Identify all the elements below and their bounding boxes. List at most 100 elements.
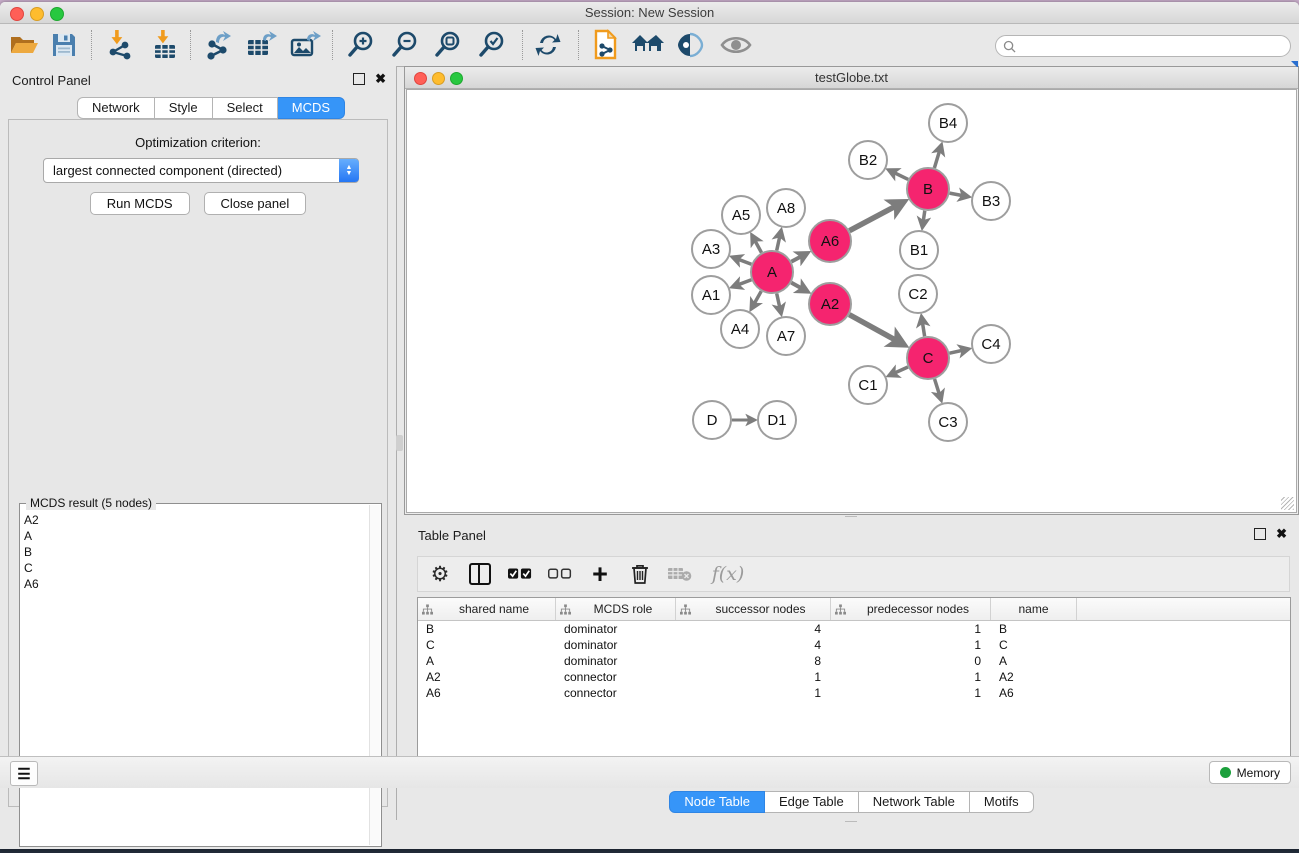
edge-A-A5[interactable] xyxy=(752,236,761,253)
delete-column-icon[interactable] xyxy=(628,562,652,586)
open-file-icon[interactable] xyxy=(6,27,42,63)
edge-B-B4[interactable] xyxy=(934,146,941,168)
mcds-result-item[interactable]: B xyxy=(24,544,369,560)
mcds-result-item[interactable]: A6 xyxy=(24,576,369,592)
import-network-icon[interactable] xyxy=(102,27,138,63)
search-input[interactable] xyxy=(1020,38,1290,54)
import-table-icon[interactable] xyxy=(146,27,182,63)
criterion-dropdown[interactable]: largest connected component (directed) ▲… xyxy=(43,158,359,183)
tab-edge-table[interactable]: Edge Table xyxy=(765,791,859,813)
refresh-icon[interactable] xyxy=(530,27,566,63)
eye-visibility-icon[interactable] xyxy=(718,27,754,63)
table-row[interactable]: A6connector11A6 xyxy=(418,685,1290,701)
edge-A2-C[interactable] xyxy=(849,315,903,345)
table-row[interactable]: Adominator80A xyxy=(418,653,1290,669)
table-cell: 4 xyxy=(676,637,831,653)
edge-B-B1[interactable] xyxy=(922,211,924,227)
edge-C-C4[interactable] xyxy=(949,349,968,353)
edge-A-A3[interactable] xyxy=(733,257,751,264)
edge-A-A6[interactable] xyxy=(791,253,806,261)
edge-A-A7[interactable] xyxy=(777,293,781,313)
table-cell: 1 xyxy=(831,621,991,637)
mcds-result-item[interactable]: A2 xyxy=(24,512,369,528)
tab-motifs[interactable]: Motifs xyxy=(970,791,1034,813)
edge-B-B2[interactable] xyxy=(889,170,908,179)
close-panel-button[interactable]: Close panel xyxy=(204,192,307,215)
tab-network[interactable]: Network xyxy=(77,97,155,119)
node-label-B3: B3 xyxy=(982,193,1000,210)
new-network-from-file-icon[interactable] xyxy=(588,27,624,63)
table-panel-title: Table Panel xyxy=(418,528,486,543)
edge-C-C3[interactable] xyxy=(935,379,941,400)
column-header-shared-name[interactable]: shared name xyxy=(418,598,556,620)
node-label-B: B xyxy=(923,181,933,198)
mcds-result-item[interactable]: C xyxy=(24,560,369,576)
network-canvas[interactable]: B4B2BB3A8A5A6A3B1AC2A1A2A4A7C4CC1C3DD1 xyxy=(406,89,1297,513)
window-title: Session: New Session xyxy=(0,5,1299,20)
float-panel-icon[interactable] xyxy=(353,73,365,85)
settings-gear-icon[interactable]: ⚙ xyxy=(428,562,452,586)
close-panel-icon[interactable]: ✖ xyxy=(375,74,386,84)
node-label-C3: C3 xyxy=(938,414,957,431)
edge-A-A8[interactable] xyxy=(777,231,781,251)
resize-grip-icon[interactable] xyxy=(1281,497,1294,510)
search-field[interactable] xyxy=(995,35,1291,57)
edge-A-A2[interactable] xyxy=(791,283,807,292)
table-row[interactable]: Bdominator41B xyxy=(418,621,1290,637)
save-session-icon[interactable] xyxy=(46,27,82,63)
memory-button[interactable]: Memory xyxy=(1209,761,1291,784)
main-toolbar xyxy=(0,24,1299,67)
table-toolbar: ⚙ + f(x) xyxy=(417,556,1290,592)
column-header-predecessor-nodes[interactable]: predecessor nodes xyxy=(831,598,991,620)
tab-network-table[interactable]: Network Table xyxy=(859,791,970,813)
table-cell: dominator xyxy=(556,621,676,637)
column-header-successor-nodes[interactable]: successor nodes xyxy=(676,598,831,620)
table-row[interactable]: A2connector11A2 xyxy=(418,669,1290,685)
node-label-C: C xyxy=(923,350,934,367)
table-cell: A xyxy=(418,653,556,669)
home-icon[interactable] xyxy=(630,27,666,63)
tab-style[interactable]: Style xyxy=(155,97,213,119)
edge-A6-B[interactable] xyxy=(849,202,903,230)
deselect-all-icon[interactable] xyxy=(548,562,572,586)
zoom-out-icon[interactable] xyxy=(387,27,423,63)
tab-node-table[interactable]: Node Table xyxy=(669,791,765,813)
search-icon xyxy=(1003,40,1016,53)
control-panel-tabs: Network Style Select MCDS xyxy=(77,97,345,119)
add-column-icon[interactable]: + xyxy=(588,562,612,586)
edge-C-C1[interactable] xyxy=(889,367,907,375)
run-mcds-button[interactable]: Run MCDS xyxy=(90,192,190,215)
column-header-name[interactable]: name xyxy=(991,598,1077,620)
table-cell: B xyxy=(991,621,1077,637)
export-table-icon[interactable] xyxy=(243,27,279,63)
panel-divider-handle[interactable] xyxy=(396,435,403,451)
tab-select[interactable]: Select xyxy=(213,97,278,119)
zoom-selected-icon[interactable] xyxy=(474,27,510,63)
select-all-icon[interactable] xyxy=(508,562,532,586)
edge-A-A1[interactable] xyxy=(733,280,751,287)
toolbar-separator xyxy=(332,30,333,60)
table-cell: 1 xyxy=(676,685,831,701)
zoom-in-icon[interactable] xyxy=(343,27,379,63)
edge-C-C2[interactable] xyxy=(922,317,925,336)
table-row[interactable]: Cdominator41C xyxy=(418,637,1290,653)
delete-table-icon-disabled xyxy=(668,562,692,586)
export-image-icon[interactable] xyxy=(287,27,323,63)
result-scrollbar[interactable] xyxy=(369,505,380,845)
node-label-A3: A3 xyxy=(702,241,720,258)
table-cell: C xyxy=(418,637,556,653)
paint-visual-style-icon[interactable] xyxy=(672,27,708,63)
zoom-fit-icon[interactable] xyxy=(430,27,466,63)
column-header-MCDS-role[interactable]: MCDS role xyxy=(556,598,676,620)
network-view-window: testGlobe.txt B4B2BB3A8A5A6A3B1AC2A1A2A4… xyxy=(404,66,1299,515)
tab-mcds[interactable]: MCDS xyxy=(278,97,345,119)
close-table-panel-icon[interactable]: ✖ xyxy=(1276,529,1287,539)
export-network-icon[interactable] xyxy=(200,27,236,63)
edge-B-B3[interactable] xyxy=(950,193,968,196)
task-history-button[interactable]: ☰ xyxy=(10,761,38,786)
edge-A-A4[interactable] xyxy=(752,291,762,308)
show-columns-icon[interactable] xyxy=(468,562,492,586)
mcds-result-item[interactable]: A xyxy=(24,528,369,544)
float-table-panel-icon[interactable] xyxy=(1254,528,1266,540)
mcds-result-list[interactable]: A2ABCA6 xyxy=(22,512,369,844)
